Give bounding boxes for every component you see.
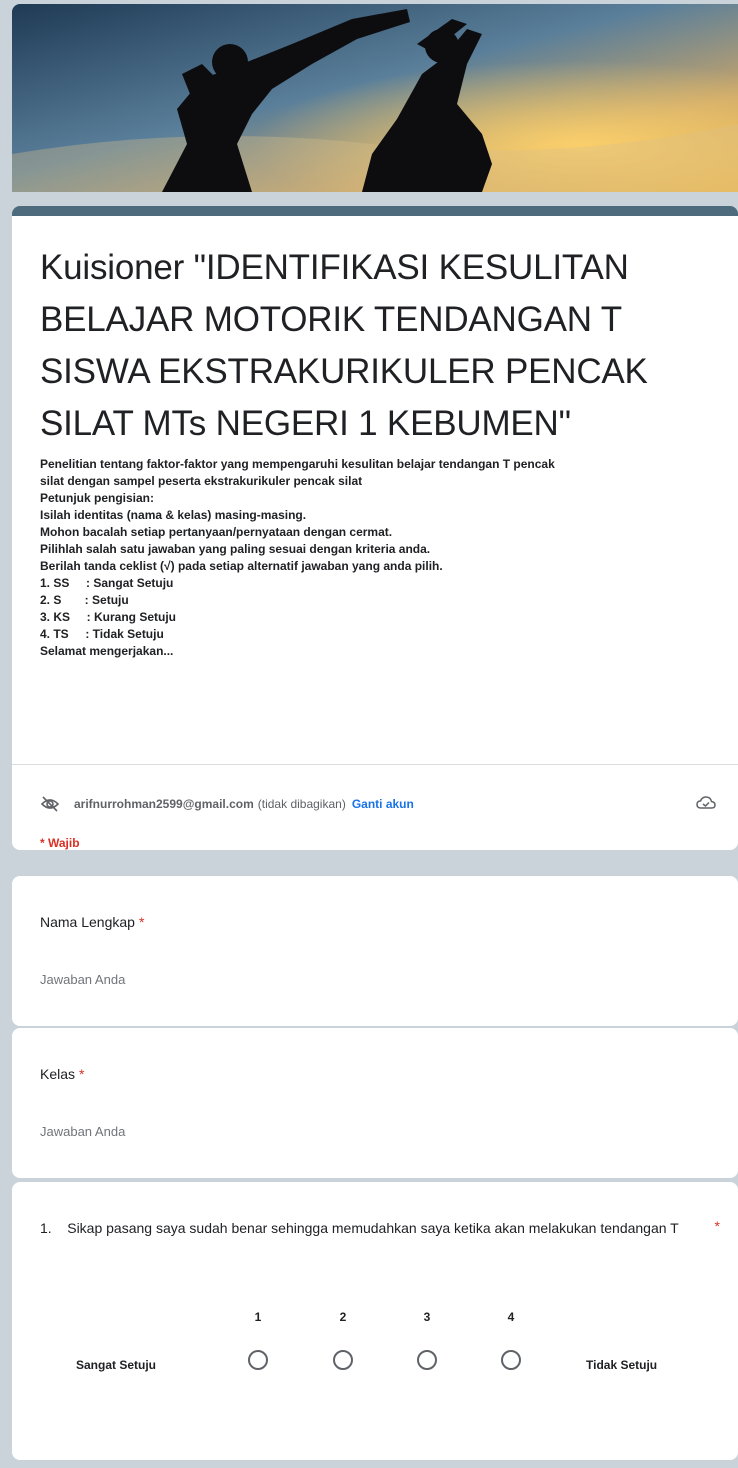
question-title: 1. Sikap pasang saya sudah benar sehingg… bbox=[40, 1220, 679, 1236]
class-input[interactable] bbox=[40, 1120, 380, 1142]
description-line: 2. S : Setuju bbox=[40, 593, 129, 607]
account-note: (tidak dibagikan) bbox=[257, 797, 346, 811]
form-header-card: Kuisioner "IDENTIFIKASI KESULITAN BELAJA… bbox=[12, 206, 738, 850]
scale-number: 4 bbox=[507, 1310, 515, 1324]
cloud-saved-icon bbox=[696, 796, 716, 809]
scale-radio-1[interactable] bbox=[248, 1350, 268, 1370]
description-line: Mohon bacalah setiap pertanyaan/pernyata… bbox=[40, 525, 393, 539]
question-label: Nama Lengkap * bbox=[40, 914, 144, 930]
scale-number: 3 bbox=[423, 1310, 431, 1324]
description-line: silat dengan sampel peserta ekstrakuriku… bbox=[40, 474, 363, 488]
form-description: Penelitian tentang faktor-faktor yang me… bbox=[40, 456, 730, 660]
description-line: 3. KS : Kurang Setuju bbox=[40, 610, 177, 624]
switch-account-link[interactable]: Ganti akun bbox=[352, 797, 414, 811]
question-title: Kelas bbox=[40, 1066, 76, 1082]
question-card-scale: 1. Sikap pasang saya sudah benar sehingg… bbox=[12, 1182, 738, 1460]
description-line: Petunjuk pengisian: bbox=[40, 491, 155, 505]
question-label: Kelas * bbox=[40, 1066, 84, 1082]
scale-radio-3[interactable] bbox=[417, 1350, 437, 1370]
question-card-name: Nama Lengkap * bbox=[12, 876, 738, 1026]
description-line: Isilah identitas (nama & kelas) masing-m… bbox=[40, 508, 307, 522]
scale-radio-4[interactable] bbox=[501, 1350, 521, 1370]
required-note: * Wajib bbox=[40, 836, 80, 850]
scale-number: 2 bbox=[339, 1310, 347, 1324]
question-card-class: Kelas * bbox=[12, 1028, 738, 1178]
description-line: 1. SS : Sangat Setuju bbox=[40, 576, 174, 590]
description-line: Penelitian tentang faktor-faktor yang me… bbox=[40, 457, 555, 471]
scale-left-label: Sangat Setuju bbox=[76, 1358, 157, 1372]
header-divider bbox=[12, 764, 738, 765]
form-title: Kuisioner "IDENTIFIKASI KESULITAN BELAJA… bbox=[40, 248, 648, 443]
account-email: arifnurrohman2599@gmail.com bbox=[74, 797, 254, 811]
description-line: Selamat mengerjakan... bbox=[40, 644, 174, 658]
question-title: Nama Lengkap bbox=[40, 914, 135, 930]
form-page: Kuisioner "IDENTIFIKASI KESULITAN BELAJA… bbox=[0, 0, 738, 1468]
description-line: 4. TS : Tidak Setuju bbox=[40, 627, 164, 641]
scale-right-label: Tidak Setuju bbox=[586, 1358, 658, 1372]
scale-number: 1 bbox=[254, 1310, 262, 1324]
required-star: * bbox=[79, 1066, 85, 1082]
description-line: Pilihlah salah satu jawaban yang paling … bbox=[40, 542, 431, 556]
description-line: Berilah tanda ceklist (√) pada setiap al… bbox=[40, 559, 443, 573]
scale-radio-2[interactable] bbox=[333, 1350, 353, 1370]
required-star: * bbox=[138, 914, 145, 930]
name-input[interactable] bbox=[40, 968, 380, 990]
eye-off-icon bbox=[40, 796, 60, 812]
header-banner-image bbox=[12, 4, 738, 192]
required-star: * bbox=[714, 1218, 720, 1234]
account-row: arifnurrohman2599@gmail.com (tidak dibag… bbox=[40, 794, 716, 814]
